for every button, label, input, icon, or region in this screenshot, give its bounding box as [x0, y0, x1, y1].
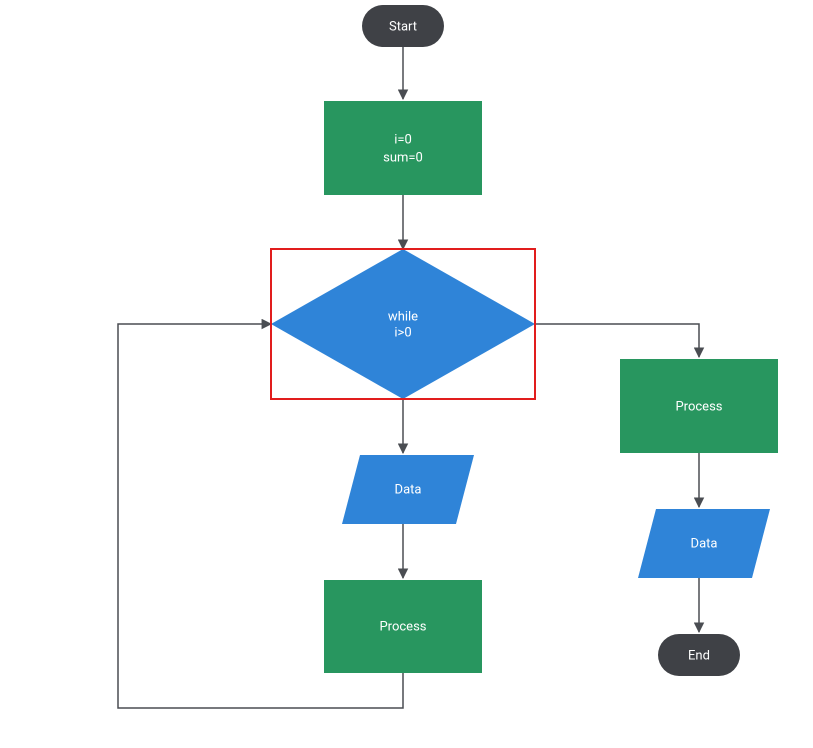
process-right-node: Process [620, 359, 778, 453]
data-left-node: Data [342, 455, 474, 524]
while-node: while i>0 [271, 249, 535, 399]
end-label: End [688, 648, 710, 663]
data-right-node: Data [638, 509, 770, 578]
process-right-label: Process [675, 399, 722, 414]
edge-while-process-right [535, 324, 699, 357]
init-line1: i=0 [394, 132, 412, 147]
while-line1: while [388, 309, 418, 324]
flowchart-canvas: Start i=0 sum=0 while i>0 Data Process P… [0, 0, 813, 748]
start-node: Start [362, 5, 444, 47]
end-node: End [658, 634, 740, 676]
process-left-label: Process [379, 619, 426, 634]
data-left-label: Data [395, 482, 422, 497]
data-right-label: Data [691, 536, 718, 551]
init-node: i=0 sum=0 [324, 101, 482, 195]
start-label: Start [389, 19, 417, 34]
process-left-node: Process [324, 580, 482, 673]
while-line2: i>0 [394, 325, 411, 340]
init-line2: sum=0 [383, 150, 423, 165]
